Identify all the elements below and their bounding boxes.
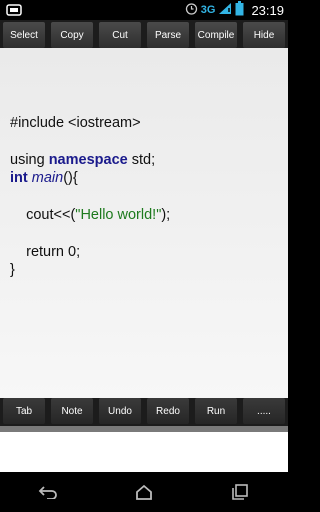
code-editor[interactable]: #include <iostream> using namespace std;… xyxy=(0,48,288,398)
more-button[interactable]: ..... xyxy=(243,398,285,424)
back-icon[interactable] xyxy=(33,477,63,507)
code-line: } xyxy=(10,262,15,279)
signal-icon xyxy=(218,2,232,18)
clock: 23:19 xyxy=(251,2,284,18)
redo-button[interactable]: Redo xyxy=(147,398,189,424)
copy-button[interactable]: Copy xyxy=(51,22,93,48)
code-line: #include <iostream> xyxy=(10,115,141,131)
compile-button[interactable]: Compile xyxy=(195,22,237,48)
parse-button[interactable]: Parse xyxy=(147,22,189,48)
hide-button[interactable]: Hide xyxy=(243,22,285,48)
undo-button[interactable]: Undo xyxy=(99,398,141,424)
keyboard-area xyxy=(0,432,288,472)
note-button[interactable]: Note xyxy=(51,398,93,424)
status-bar: 3G 23:19 xyxy=(0,0,288,20)
run-button[interactable]: Run xyxy=(195,398,237,424)
notification-icon xyxy=(6,3,26,17)
top-toolbar: Select Copy Cut Parse Compile Hide xyxy=(0,20,288,48)
battery-icon xyxy=(235,1,244,19)
code-line: using namespace std; xyxy=(10,151,156,168)
code-line: int main(){ xyxy=(10,170,78,187)
tab-button[interactable]: Tab xyxy=(3,398,45,424)
recents-icon[interactable] xyxy=(225,477,255,507)
code-line: return 0; xyxy=(10,243,81,260)
select-button[interactable]: Select xyxy=(3,22,45,48)
code-line: cout<<("Hello world!"); xyxy=(10,206,171,223)
alarm-icon xyxy=(185,2,198,18)
bottom-toolbar: Tab Note Undo Redo Run ..... xyxy=(0,398,288,426)
cut-button[interactable]: Cut xyxy=(99,22,141,48)
home-icon[interactable] xyxy=(129,477,159,507)
network-type: 3G xyxy=(200,4,216,16)
navigation-bar xyxy=(0,472,288,512)
